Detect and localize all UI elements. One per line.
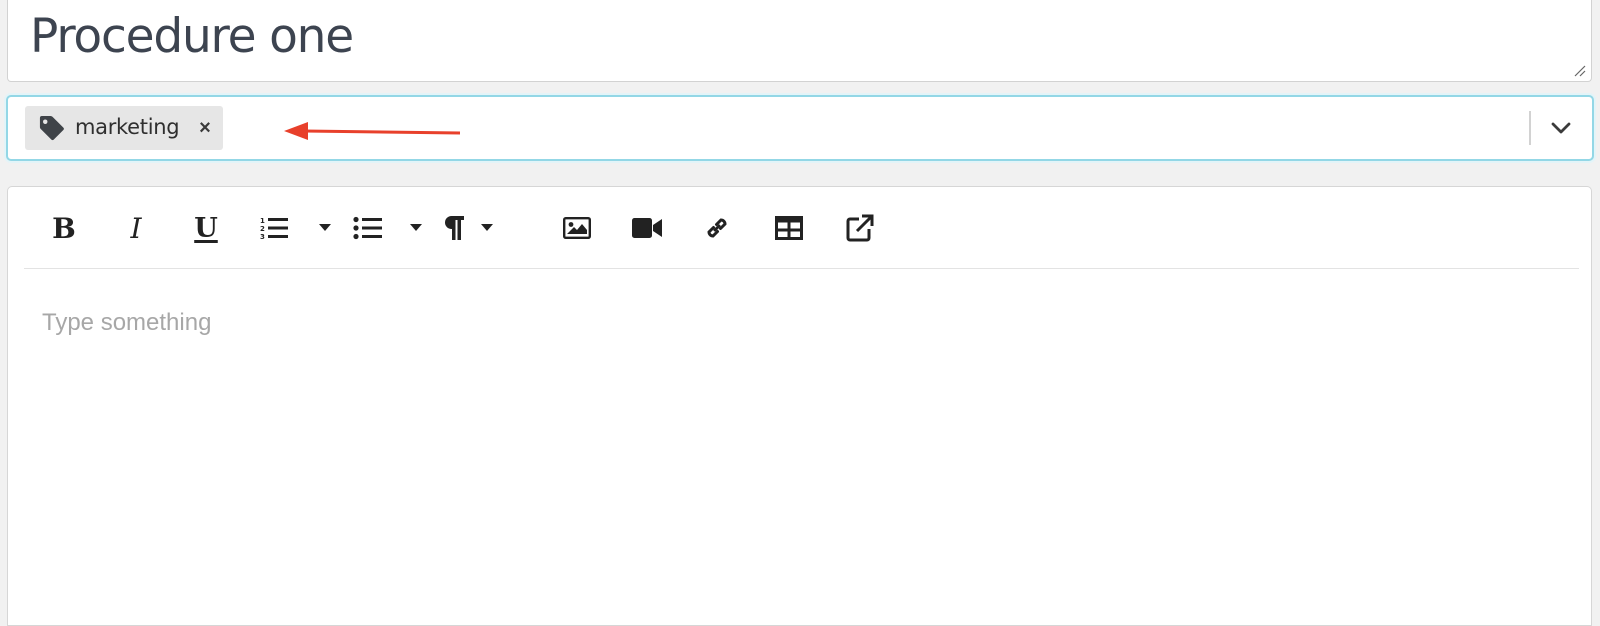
- italic-icon[interactable]: I: [121, 209, 151, 247]
- rich-text-editor: B I U 1 2 3 Type something: [7, 186, 1592, 626]
- svg-text:2: 2: [260, 225, 265, 233]
- tag-icon: [39, 115, 64, 141]
- tag-remove-button[interactable]: ×: [196, 116, 214, 140]
- unordered-list-dropdown-icon[interactable]: [410, 224, 422, 232]
- link-icon[interactable]: [702, 209, 732, 247]
- tag-label: marketing: [75, 115, 180, 139]
- editor-toolbar: B I U 1 2 3: [24, 187, 1579, 269]
- ordered-list-dropdown-icon[interactable]: [319, 224, 331, 232]
- external-link-icon[interactable]: [844, 209, 876, 247]
- paragraph-icon[interactable]: [442, 209, 466, 247]
- select-divider: [1529, 111, 1531, 145]
- paragraph-dropdown-icon[interactable]: [481, 224, 493, 232]
- tag-select-field[interactable]: marketing ×: [6, 95, 1594, 161]
- title-field[interactable]: Procedure one: [7, 0, 1592, 82]
- table-icon[interactable]: [774, 209, 804, 247]
- unordered-list-icon[interactable]: [352, 209, 384, 247]
- resize-handle-icon[interactable]: [1573, 64, 1586, 77]
- title-text[interactable]: Procedure one: [30, 9, 354, 65]
- editor-placeholder: Type something: [42, 309, 212, 336]
- video-icon[interactable]: [630, 209, 664, 247]
- image-icon[interactable]: [562, 209, 592, 247]
- tag-search-input[interactable]: [233, 106, 1483, 150]
- tag-chip: marketing ×: [25, 106, 223, 150]
- underline-icon[interactable]: U: [189, 209, 223, 247]
- chevron-down-icon[interactable]: [1541, 111, 1581, 145]
- svg-text:1: 1: [260, 217, 265, 225]
- svg-text:3: 3: [260, 233, 265, 241]
- editor-content-area[interactable]: [24, 270, 1579, 610]
- ordered-list-icon[interactable]: 1 2 3: [258, 209, 290, 247]
- bold-icon[interactable]: B: [49, 209, 79, 247]
